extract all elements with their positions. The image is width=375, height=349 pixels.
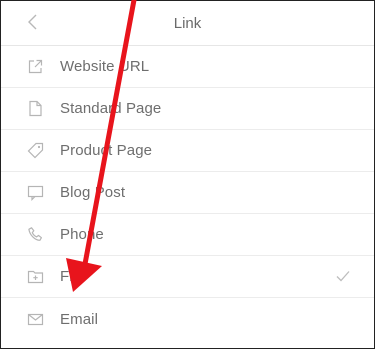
blog-post-icon xyxy=(26,184,44,202)
link-option-product-page[interactable]: Product Page xyxy=(1,130,374,172)
page-title: Link xyxy=(173,15,202,32)
link-option-label: Product Page xyxy=(60,142,153,159)
phone-icon xyxy=(26,226,44,244)
link-option-label: Blog Post xyxy=(60,184,126,201)
tag-icon xyxy=(26,142,44,160)
external-link-icon xyxy=(26,58,44,76)
link-option-website-url[interactable]: Website URL xyxy=(1,46,374,88)
link-option-label: Phone xyxy=(60,226,104,243)
link-option-email[interactable]: Email xyxy=(1,298,374,340)
checkmark-icon xyxy=(336,269,350,282)
link-option-standard-page[interactable]: Standard Page xyxy=(1,88,374,130)
page-icon xyxy=(26,100,44,118)
link-option-phone[interactable]: Phone xyxy=(1,214,374,256)
folder-icon xyxy=(26,268,44,286)
link-panel: Link Website URL Standard Page Product P… xyxy=(0,0,375,349)
link-option-blog-post[interactable]: Blog Post xyxy=(1,172,374,214)
header: Link xyxy=(1,1,374,46)
link-option-label: Standard Page xyxy=(60,100,162,117)
link-option-label: Website URL xyxy=(60,58,150,75)
link-option-label: Email xyxy=(60,310,99,328)
link-option-file[interactable]: File xyxy=(1,256,374,298)
link-option-label: File xyxy=(60,268,85,285)
envelope-icon xyxy=(26,310,44,328)
